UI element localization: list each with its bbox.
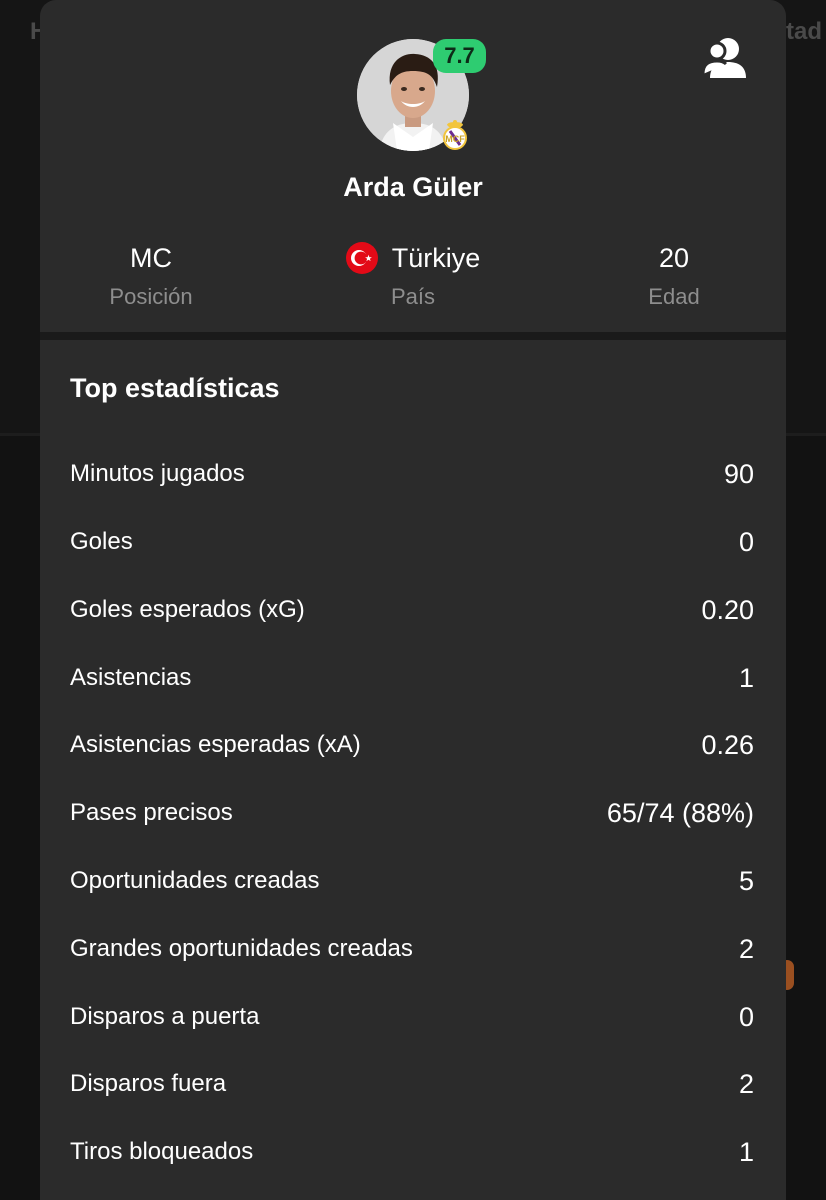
stat-label: Disparos fuera xyxy=(70,1070,227,1097)
stat-label: Pases precisos xyxy=(70,799,233,826)
match-rating-badge: 7.7 xyxy=(433,39,486,73)
stat-row: Grandes oportunidades creadas 2 xyxy=(70,929,754,969)
player-name: Arda Güler xyxy=(343,172,483,202)
stat-value: 5 xyxy=(738,865,754,896)
stat-label: Disparos a puerta xyxy=(70,1003,260,1030)
country-label: País xyxy=(390,284,436,309)
stat-row: Asistencias esperadas (xA) 0.26 xyxy=(70,725,754,765)
stat-label: Asistencias xyxy=(70,664,192,691)
stat-value: 2 xyxy=(738,933,754,964)
real-madrid-crest-icon: MCF xyxy=(443,120,467,150)
stat-row: Pases precisos 65/74 (88%) xyxy=(70,793,754,833)
stat-row: Goles esperados (xG) 0.20 xyxy=(70,590,754,630)
follow-user-icon[interactable] xyxy=(700,36,754,80)
stat-value: 65/74 (88%) xyxy=(606,797,754,828)
stat-label: Asistencias esperadas (xA) xyxy=(70,731,361,758)
country-value: Türkiye xyxy=(391,243,481,273)
stat-row: Asistencias 1 xyxy=(70,658,754,698)
section-divider xyxy=(40,332,786,340)
turkey-flag-icon xyxy=(345,242,378,274)
svg-text:MCF: MCF xyxy=(445,134,465,144)
age-value: 20 xyxy=(658,243,690,273)
info-country[interactable]: Türkiye País xyxy=(303,240,523,310)
info-age: 20 Edad xyxy=(564,240,784,310)
position-value: MC xyxy=(130,243,172,273)
stat-label: Grandes oportunidades creadas xyxy=(70,935,413,962)
stat-value: 0.26 xyxy=(701,729,754,760)
stat-value: 0.20 xyxy=(701,594,754,625)
stat-row: Tiros bloqueados 1 xyxy=(70,1132,754,1172)
stat-row: Disparos fuera 2 xyxy=(70,1064,754,1104)
stat-row: Goles 0 xyxy=(70,522,754,562)
background-title-fragment-right: tad xyxy=(786,18,822,45)
stat-row: Disparos a puerta 0 xyxy=(70,997,754,1037)
stat-value: 90 xyxy=(723,458,754,489)
stat-value: 1 xyxy=(738,662,754,693)
stat-value: 0 xyxy=(738,526,754,557)
stat-label: Tiros bloqueados xyxy=(70,1138,254,1165)
stat-value: 2 xyxy=(738,1068,754,1099)
info-position: MC Posición xyxy=(41,240,261,310)
player-stats-sheet: 7.7 MCF Arda Güler MC Posición Türkiye P… xyxy=(40,0,786,1200)
stat-label: Oportunidades creadas xyxy=(70,867,320,894)
stat-row: Oportunidades creadas 5 xyxy=(70,861,754,901)
stat-label: Goles xyxy=(70,528,133,555)
stat-row: Minutos jugados 90 xyxy=(70,454,754,494)
stat-label: Minutos jugados xyxy=(70,460,245,487)
stat-label: Goles esperados (xG) xyxy=(70,596,305,623)
top-stats-title: Top estadísticas xyxy=(70,373,280,403)
stat-value: 1 xyxy=(738,1136,754,1167)
age-label: Edad xyxy=(648,284,700,309)
position-label: Posición xyxy=(109,284,193,309)
stat-value: 0 xyxy=(738,1001,754,1032)
player-profile-header: 7.7 MCF Arda Güler MC Posición Türkiye P… xyxy=(40,0,786,332)
